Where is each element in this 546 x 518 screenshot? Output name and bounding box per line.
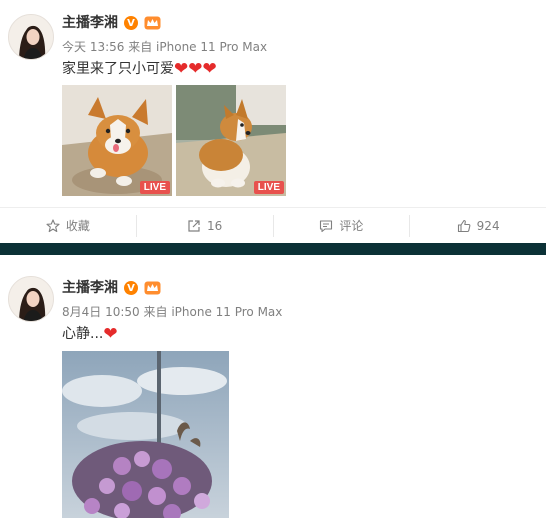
heart-emoji: ❤ [103, 324, 118, 344]
post-divider [0, 243, 546, 255]
avatar[interactable] [8, 14, 54, 60]
comment-icon [320, 219, 333, 232]
like-count: 924 [476, 218, 500, 233]
post-time[interactable]: 8月4日 10:50 [62, 305, 140, 319]
verified-icon: V [124, 281, 138, 295]
comment-label: 评论 [339, 219, 364, 233]
comment-button[interactable]: 评论 [272, 214, 410, 237]
heart-emoji: ❤❤❤ [174, 59, 217, 79]
author-row: 主播李湘 V [62, 14, 161, 32]
live-badge: LIVE [139, 181, 170, 194]
live-badge: LIVE [253, 181, 284, 194]
weibo-post: 主播李湘 V 8月4日 10:50 来自 iPhone 11 Pro Max 心… [0, 255, 546, 518]
author-row: 主播李湘 V [62, 279, 161, 297]
post-text: 心静... ❤ [62, 325, 118, 343]
post-meta: 今天 13:56 来自 iPhone 11 Pro Max [62, 40, 267, 54]
repost-button[interactable]: 16 [135, 214, 273, 237]
favorite-label: 收藏 [65, 219, 90, 233]
post-time[interactable]: 今天 13:56 [62, 40, 124, 54]
verified-icon: V [124, 16, 138, 30]
author-name[interactable]: 主播李湘 [62, 279, 118, 297]
author-name[interactable]: 主播李湘 [62, 14, 118, 32]
avatar[interactable] [8, 276, 54, 322]
post-image[interactable]: LIVE [62, 85, 172, 196]
repost-count: 16 [206, 218, 223, 233]
post-image[interactable] [62, 351, 229, 518]
star-icon [46, 218, 60, 232]
post-image[interactable]: LIVE [176, 85, 286, 196]
post-meta: 8月4日 10:50 来自 iPhone 11 Pro Max [62, 305, 282, 319]
post-text-content: 家里来了只小可爱 [62, 61, 174, 77]
thumbs-up-icon [457, 219, 471, 232]
favorite-button[interactable]: 收藏 [0, 215, 136, 237]
post-text-content: 心静... [62, 326, 104, 342]
crown-icon [144, 16, 161, 30]
weibo-post: 主播李湘 V 今天 13:56 来自 iPhone 11 Pro Max 家里来… [0, 0, 546, 243]
like-button[interactable]: 924 [409, 214, 546, 237]
post-source: 来自 iPhone 11 Pro Max [143, 305, 283, 319]
crown-icon [144, 281, 161, 295]
action-bar: 收藏 16 评论 924 [0, 207, 546, 243]
repost-icon [188, 219, 200, 232]
post-source: 来自 iPhone 11 Pro Max [128, 40, 268, 54]
post-text: 家里来了只小可爱 ❤❤❤ [62, 60, 217, 78]
